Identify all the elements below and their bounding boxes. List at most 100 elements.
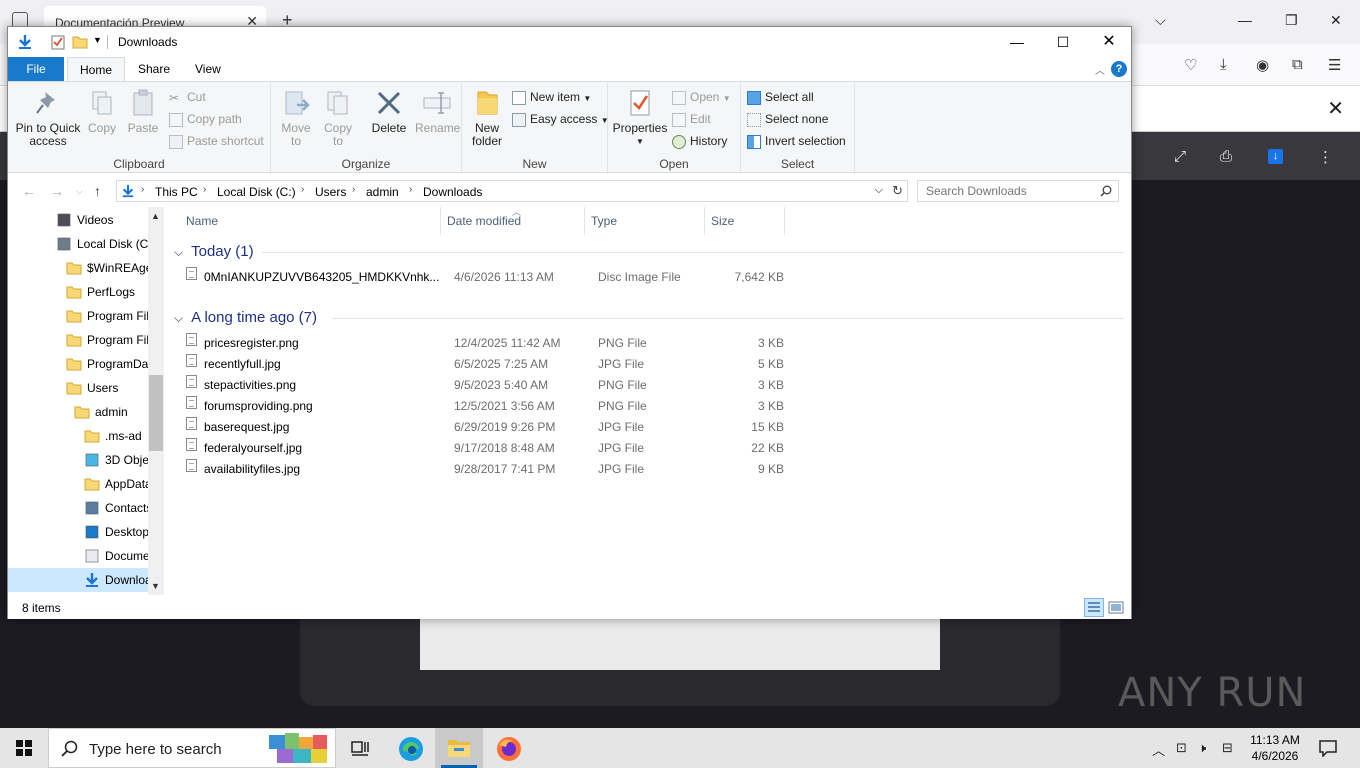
group-header[interactable]: ⌵ A long time ago (7) xyxy=(174,307,317,329)
nav-item[interactable]: Program Files xyxy=(8,304,164,328)
show-hidden-icons-icon[interactable]: ︿ xyxy=(1152,740,1165,759)
move-to-button[interactable]: Move to xyxy=(277,88,315,148)
open-button[interactable]: Open ▼ xyxy=(672,88,731,106)
nav-scrollbar[interactable]: ▲ ▼ xyxy=(148,207,164,595)
maximize-button[interactable]: ☐ xyxy=(1040,27,1086,57)
edit-button[interactable]: Edit xyxy=(672,110,711,128)
copy-path-button[interactable]: Copy path xyxy=(169,110,242,128)
new-folder-quick-icon[interactable] xyxy=(72,34,88,50)
column-divider[interactable] xyxy=(704,207,705,235)
column-divider[interactable] xyxy=(440,207,441,235)
search-icon[interactable] xyxy=(1100,185,1112,197)
notification-center-icon[interactable] xyxy=(1318,739,1338,757)
chevron-down-icon[interactable]: ⌵ xyxy=(174,311,183,325)
recent-locations-icon[interactable]: ⌵ xyxy=(76,186,83,197)
address-bar[interactable]: › This PC › Local Disk (C:) › Users › ad… xyxy=(116,180,908,202)
file-row[interactable]: recentlyfull.jpg 6/5/2025 7:25 AM JPG File… xyxy=(186,354,786,375)
nav-item[interactable]: PerfLogs xyxy=(8,280,164,304)
group-header[interactable]: ⌵ Today (1) xyxy=(174,241,254,263)
breadcrumb-downloads[interactable]: Downloads xyxy=(423,185,482,199)
file-explorer-button[interactable] xyxy=(435,728,483,768)
file-row[interactable]: forumsproviding.png 12/5/2021 3:56 AM PNG … xyxy=(186,396,786,417)
file-row[interactable]: baserequest.jpg 6/29/2019 9:26 PM JPG File… xyxy=(186,417,786,438)
column-name[interactable]: Name xyxy=(186,207,218,235)
nav-item[interactable]: Contacts xyxy=(8,496,164,520)
large-icons-view-icon[interactable] xyxy=(1106,598,1126,617)
nav-item[interactable]: Local Disk (C:) xyxy=(8,232,164,256)
up-arrow-icon[interactable]: ↑ xyxy=(94,183,101,199)
browser-minimize-icon[interactable]: — xyxy=(1238,12,1252,28)
copy-button[interactable]: Copy xyxy=(84,88,120,135)
edge-button[interactable] xyxy=(387,728,435,768)
breadcrumb-separator-icon[interactable]: › xyxy=(301,184,304,195)
windows-start-icon[interactable] xyxy=(0,728,48,768)
file-row[interactable]: 0MnIANKUPZUVVB643205_HMDKKVnhk... 4/6/202… xyxy=(186,267,786,288)
paste-button[interactable]: Paste xyxy=(125,88,161,135)
extensions-icon[interactable]: ⧉ xyxy=(1292,56,1303,73)
properties-button[interactable]: Properties ▼ xyxy=(612,88,668,148)
select-none-button[interactable]: Select none xyxy=(747,110,828,128)
forward-arrow-icon[interactable]: → xyxy=(50,183,64,199)
breadcrumb-separator-icon[interactable]: › xyxy=(409,184,412,195)
more-tools-icon[interactable]: ⋮ xyxy=(1318,148,1333,166)
pocket-icon[interactable]: ♡ xyxy=(1184,56,1197,74)
nav-item[interactable]: Downloads xyxy=(8,568,164,592)
list-tabs-icon[interactable]: ⌵ xyxy=(1155,12,1166,29)
tab-home[interactable]: Home xyxy=(67,57,126,81)
breadcrumb-this-pc[interactable]: This PC xyxy=(155,185,198,199)
column-size[interactable]: Size xyxy=(711,207,734,235)
scroll-up-icon[interactable]: ▲ xyxy=(151,211,160,221)
select-all-button[interactable]: Select all xyxy=(747,88,814,106)
print-icon[interactable]: ⎙ xyxy=(1220,148,1232,165)
paste-shortcut-button[interactable]: Paste shortcut xyxy=(169,132,264,150)
file-row[interactable]: federalyourself.jpg 9/17/2018 8:48 AM JPG … xyxy=(186,438,786,459)
breadcrumb-separator-icon[interactable]: › xyxy=(203,184,206,195)
delete-button[interactable]: Delete xyxy=(369,88,409,135)
nav-item[interactable]: admin xyxy=(8,400,164,424)
new-item-button[interactable]: New item ▼ xyxy=(512,88,591,106)
file-row[interactable]: availabilityfiles.jpg 9/28/2017 7:41 PM JP… xyxy=(186,459,786,480)
column-divider[interactable] xyxy=(584,207,585,235)
invert-selection-button[interactable]: Invert selection xyxy=(747,132,846,150)
file-row[interactable]: pricesregister.png 12/4/2025 11:42 AM PNG … xyxy=(186,333,786,354)
nav-item[interactable]: ProgramData xyxy=(8,352,164,376)
nav-item[interactable]: Documents xyxy=(8,544,164,568)
downloads-icon[interactable]: ⤓ xyxy=(1220,56,1227,73)
cut-button[interactable]: ✂ Cut xyxy=(169,88,206,106)
column-type[interactable]: Type xyxy=(591,207,617,235)
file-row[interactable]: stepactivities.png 9/5/2023 5:40 AM PNG Fi… xyxy=(186,375,786,396)
tab-file[interactable]: File xyxy=(8,57,64,81)
chevron-down-icon[interactable]: ⌵ xyxy=(174,245,183,259)
browser-close-icon[interactable]: ✕ xyxy=(1330,12,1342,29)
nav-item[interactable]: 3D Objects xyxy=(8,448,164,472)
nav-item[interactable]: .ms-ad xyxy=(8,424,164,448)
rename-button[interactable]: Rename xyxy=(415,88,460,135)
help-icon[interactable]: ? xyxy=(1111,61,1127,77)
scroll-down-icon[interactable]: ▼ xyxy=(151,581,160,591)
network-icon[interactable]: ⊟ xyxy=(1222,740,1233,756)
tab-share[interactable]: Share xyxy=(126,57,182,81)
task-view-button[interactable] xyxy=(336,728,384,768)
nav-item[interactable]: Program Files (x86) xyxy=(8,328,164,352)
search-box[interactable] xyxy=(917,180,1119,202)
volume-icon[interactable]: 🕨 xyxy=(1198,740,1206,756)
back-arrow-icon[interactable]: ← xyxy=(22,183,36,199)
presentation-icon[interactable]: ⤢ xyxy=(1174,148,1186,165)
meet-now-icon[interactable]: ⊡ xyxy=(1176,740,1187,756)
scrollbar-thumb[interactable] xyxy=(149,375,163,451)
minimize-button[interactable]: — xyxy=(994,27,1040,57)
history-button[interactable]: History xyxy=(672,132,727,150)
search-input[interactable] xyxy=(926,184,1096,198)
breadcrumb-admin[interactable]: admin xyxy=(366,185,399,199)
nav-item[interactable]: Videos xyxy=(8,208,164,232)
properties-quick-icon[interactable] xyxy=(50,34,66,50)
new-folder-button[interactable]: New folder xyxy=(466,88,508,148)
customize-quick-access-icon[interactable]: ▼ xyxy=(93,35,102,45)
collapse-ribbon-icon[interactable]: ︿ xyxy=(1095,62,1105,77)
menu-icon[interactable]: ☰ xyxy=(1328,56,1341,74)
tab-view[interactable]: View xyxy=(183,57,233,81)
close-button[interactable]: ✕ xyxy=(1086,27,1132,57)
pin-to-quick-access-button[interactable]: Pin to Quick access xyxy=(12,88,84,148)
taskbar-clock[interactable]: 11:13 AM 4/6/2026 xyxy=(1246,732,1304,764)
copy-to-button[interactable]: Copy to xyxy=(319,88,357,148)
